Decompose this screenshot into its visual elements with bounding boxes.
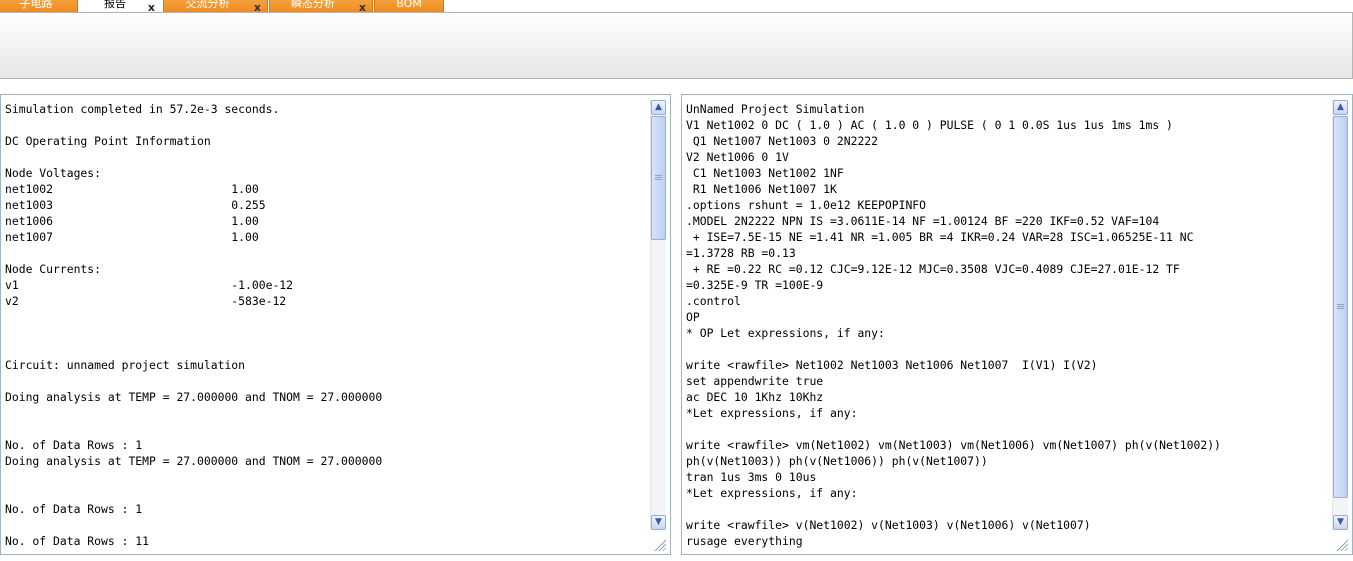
text-line: Node Voltages:	[5, 166, 102, 180]
text-line: * OP Let expressions, if any:	[686, 326, 885, 340]
text-line: Doing analysis at TEMP = 27.000000 and T…	[5, 390, 383, 404]
text-line	[686, 341, 1330, 357]
text-line: net1003 0.255	[5, 198, 266, 212]
text-line	[5, 469, 648, 485]
text-line	[5, 405, 648, 421]
scroll-up-arrow-icon[interactable]: ▲	[651, 100, 666, 115]
text-line: .options rshunt = 1.0e12 KEEPOPINFO	[686, 198, 927, 212]
text-line: V2 Net1006 0 1V	[686, 150, 789, 164]
text-line	[5, 149, 648, 165]
text-line: tran 1us 3ms 0 10us	[686, 470, 817, 484]
text-line	[686, 501, 1330, 517]
text-line: set appendwrite true	[686, 374, 824, 388]
text-line	[5, 485, 648, 501]
text-line: .control	[686, 294, 741, 308]
text-line: No. of Data Rows : 1	[5, 502, 143, 516]
text-line: net1002 1.00	[5, 182, 259, 196]
resize-grip-icon[interactable]	[1335, 538, 1348, 551]
text-line	[5, 309, 648, 325]
text-line	[5, 245, 648, 261]
text-line: =0.325E-9 TR =100E-9	[686, 278, 824, 292]
text-line: write <rawfile> vm(Net1002) vm(Net1003) …	[686, 438, 1221, 452]
text-line: net1007 1.00	[5, 230, 259, 244]
netlist-text: UnNamed Project Simulation V1 Net1002 0 D…	[686, 101, 1330, 554]
simulation-output-textarea[interactable]: Simulation completed in 57.2e-3 seconds.…	[0, 94, 671, 555]
vertical-scrollbar[interactable]: ▲ ▼	[650, 100, 666, 530]
scroll-down-arrow-icon[interactable]: ▼	[1333, 515, 1348, 530]
text-line: OP	[686, 310, 700, 324]
text-line	[5, 117, 648, 133]
text-line: C1 Net1003 Net1002 1NF	[686, 166, 844, 180]
text-line	[5, 341, 648, 357]
text-line: v1 -1.00e-12	[5, 278, 294, 292]
toolbar-area	[0, 12, 1353, 79]
text-line	[5, 325, 648, 341]
text-line: UnNamed Project Simulation	[686, 102, 865, 116]
text-line: ph(v(Net1003)) ph(v(Net1006)) ph(v(Net10…	[686, 454, 988, 468]
scroll-down-arrow-icon[interactable]: ▼	[651, 515, 666, 530]
text-line: ac DEC 10 1Khz 10Khz	[686, 390, 824, 404]
text-line: Q1 Net1007 Net1003 0 2N2222	[686, 134, 879, 148]
text-line	[686, 421, 1330, 437]
text-line: write <rawfile> Net1002 Net1003 Net1006 …	[686, 358, 1098, 372]
scroll-up-arrow-icon[interactable]: ▲	[1333, 100, 1348, 115]
scrollbar-thumb[interactable]	[1333, 116, 1348, 498]
text-line: + ISE=7.5E-15 NE =1.41 NR =1.005 BR =4 I…	[686, 230, 1194, 244]
text-line: Circuit: unnamed project simulation	[5, 358, 246, 372]
text-line: V1 Net1002 0 DC ( 1.0 ) AC ( 1.0 0 ) PUL…	[686, 118, 1173, 132]
text-line: net1006 1.00	[5, 214, 259, 228]
text-line: R1 Net1006 Net1007 1K	[686, 182, 837, 196]
text-line: .MODEL 2N2222 NPN IS =3.0611E-14 NF =1.0…	[686, 214, 1160, 228]
text-line	[5, 421, 648, 437]
text-line: + RE =0.22 RC =0.12 CJC=9.12E-12 MJC=0.3…	[686, 262, 1180, 276]
text-line: v2 -583e-12	[5, 294, 287, 308]
text-line: rusage everything	[686, 534, 803, 548]
text-line: *Let expressions, if any:	[686, 486, 858, 500]
text-line: =1.3728 RB =0.13	[686, 246, 796, 260]
text-line: DC Operating Point Information	[5, 134, 211, 148]
text-line: write <rawfile> v(Net1002) v(Net1003) v(…	[686, 518, 1091, 532]
text-line	[5, 373, 648, 389]
scrollbar-thumb[interactable]	[651, 116, 666, 240]
text-line: Simulation completed in 57.2e-3 seconds.	[5, 102, 280, 116]
resize-grip-icon[interactable]	[653, 538, 666, 551]
vertical-scrollbar[interactable]: ▲ ▼	[1332, 100, 1348, 530]
text-line: Doing analysis at TEMP = 27.000000 and T…	[5, 454, 383, 468]
netlist-textarea[interactable]: UnNamed Project Simulation V1 Net1002 0 D…	[681, 94, 1353, 555]
text-line: Node Currents:	[5, 262, 102, 276]
text-line: *Let expressions, if any:	[686, 406, 858, 420]
text-line	[5, 517, 648, 533]
text-line: No. of Data Rows : 1	[5, 438, 143, 452]
text-line: No. of Data Rows : 11	[5, 534, 150, 548]
simulation-output-text: Simulation completed in 57.2e-3 seconds.…	[5, 101, 648, 554]
